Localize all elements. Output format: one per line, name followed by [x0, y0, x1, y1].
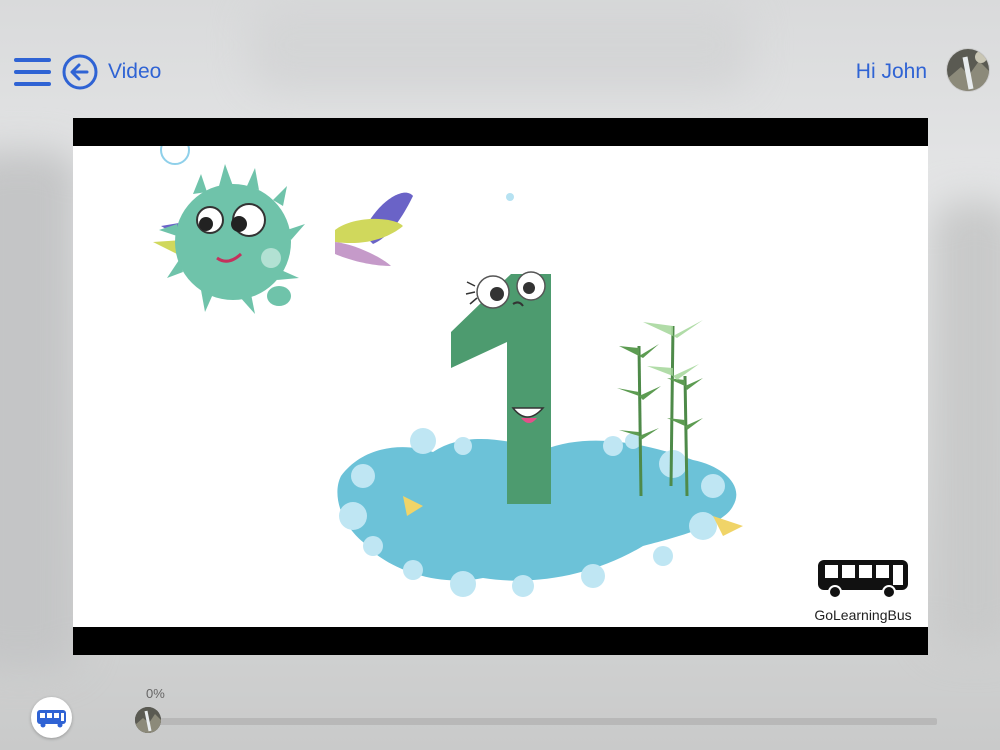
watermark-text: GoLearningBus [814, 607, 912, 623]
bus-logo-icon [818, 560, 908, 599]
progress-percent: 0% [146, 686, 165, 701]
progress-bar[interactable] [150, 718, 937, 725]
page-title: Video [108, 60, 162, 83]
bus-icon[interactable] [31, 697, 72, 738]
golearningbus-logo: GoLearningBus [813, 558, 913, 623]
video-frame[interactable]: GoLearningBus [73, 146, 928, 627]
user-greeting: Hi John [855, 60, 927, 83]
background-blob [0, 150, 80, 670]
background-blob [930, 200, 1000, 650]
hamburger-menu-icon[interactable] [14, 58, 51, 86]
top-bar: Video Hi John [0, 40, 1000, 104]
video-player[interactable]: GoLearningBus [73, 118, 928, 655]
fish-illustration [153, 164, 413, 314]
video-content [153, 146, 743, 597]
progress-thumb-avatar[interactable] [135, 707, 161, 733]
user-avatar[interactable] [946, 48, 990, 92]
back-arrow-icon[interactable] [62, 54, 98, 90]
